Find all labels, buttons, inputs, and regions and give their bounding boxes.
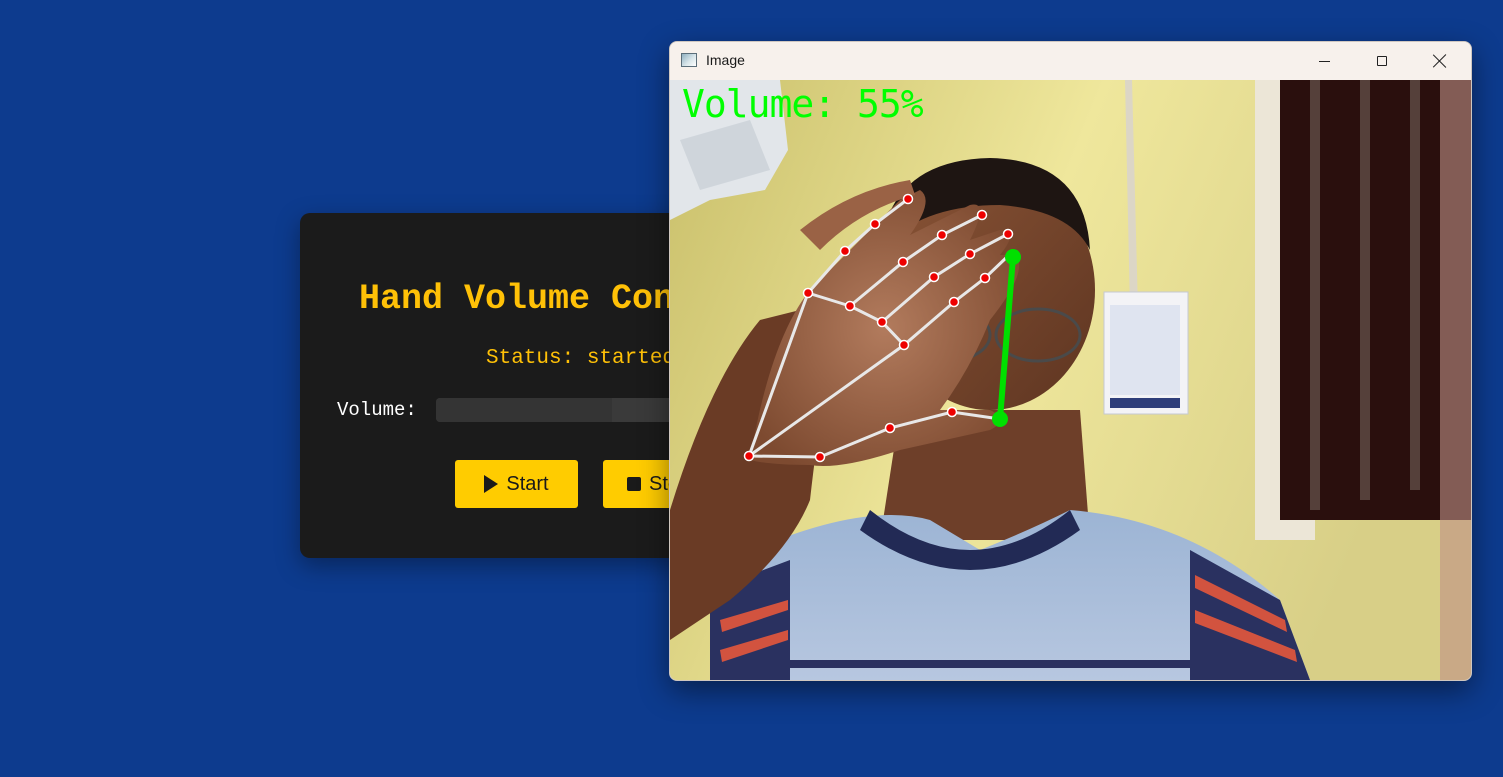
maximize-button[interactable] — [1353, 42, 1411, 80]
window-title: Image — [706, 52, 745, 68]
volume-progress-fill — [436, 398, 612, 422]
maximize-icon — [1377, 56, 1387, 66]
start-button-label: Start — [506, 472, 549, 495]
status-text: Status: started — [486, 347, 676, 370]
volume-overlay-text: Volume: 55% — [682, 82, 924, 126]
close-button[interactable] — [1411, 42, 1469, 80]
camera-feed: Volume: 55% — [670, 80, 1471, 680]
play-icon — [484, 475, 499, 493]
close-icon — [1433, 54, 1447, 68]
image-window-icon — [681, 53, 697, 67]
image-window: Image Volume: 55% — [669, 41, 1472, 681]
index-tip-marker — [1005, 249, 1021, 265]
camera-scene — [670, 80, 1471, 680]
volume-label: Volume: — [337, 399, 417, 421]
minimize-icon — [1318, 60, 1330, 62]
stop-icon — [627, 477, 641, 491]
start-button[interactable]: Start — [455, 460, 578, 508]
minimize-button[interactable] — [1295, 42, 1353, 80]
thumb-tip-marker — [992, 411, 1008, 427]
window-titlebar[interactable]: Image — [670, 42, 1471, 80]
